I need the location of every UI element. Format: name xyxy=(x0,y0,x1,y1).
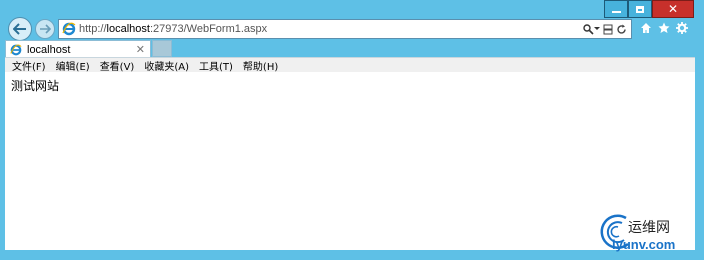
star-icon xyxy=(658,22,670,33)
close-icon: ✕ xyxy=(667,2,679,16)
menu-tools[interactable]: 工具(T) xyxy=(199,58,233,73)
browser-window: ✕ http://localhost:27973/WebForm1.aspx l… xyxy=(0,0,704,260)
tab-title: localhost xyxy=(27,43,71,56)
refresh-icon xyxy=(617,24,626,34)
arrow-right-icon xyxy=(40,24,51,34)
search-dropdown-button[interactable] xyxy=(583,23,600,35)
arrow-left-icon xyxy=(13,23,26,35)
back-button[interactable] xyxy=(8,17,32,41)
close-button[interactable]: ✕ xyxy=(652,0,694,18)
window-caption-buttons: ✕ xyxy=(604,0,694,18)
tab-localhost[interactable]: localhost ✕ xyxy=(5,40,151,58)
minimize-button[interactable] xyxy=(604,0,628,18)
page-content: 测试网站 xyxy=(5,72,695,250)
menu-view[interactable]: 查看(V) xyxy=(100,58,135,73)
menu-bar: 文件(F) 编辑(E) 查看(V) 收藏夹(A) 工具(T) 帮助(H) xyxy=(5,57,695,73)
gear-icon xyxy=(676,22,688,34)
menu-favorites[interactable]: 收藏夹(A) xyxy=(144,58,189,73)
tab-favicon-icon xyxy=(9,43,23,57)
url-path: :27973/WebForm1.aspx xyxy=(149,23,268,35)
watermark-title: 运维网 xyxy=(628,220,670,236)
compatibility-view-button[interactable] xyxy=(603,24,613,35)
maximize-icon xyxy=(636,5,644,13)
address-tools xyxy=(583,23,627,35)
new-tab-button[interactable] xyxy=(152,40,172,57)
search-icon xyxy=(583,23,594,35)
favorites-button[interactable] xyxy=(658,19,670,38)
forward-button[interactable] xyxy=(35,19,55,39)
tab-close-icon[interactable]: ✕ xyxy=(136,44,145,55)
ie-logo-icon xyxy=(62,22,76,36)
home-icon xyxy=(641,23,651,33)
watermark-domain: iyunv.com xyxy=(612,237,676,252)
settings-button[interactable] xyxy=(676,19,688,38)
home-button[interactable] xyxy=(640,19,652,38)
menu-help[interactable]: 帮助(H) xyxy=(243,58,278,73)
address-bar[interactable]: http://localhost:27973/WebForm1.aspx xyxy=(58,19,632,39)
maximize-button[interactable] xyxy=(628,0,652,18)
url-host: localhost xyxy=(106,23,150,35)
minimize-icon xyxy=(611,10,621,13)
url-text: http://localhost:27973/WebForm1.aspx xyxy=(79,23,267,35)
site-watermark: 运维网 iyunv.com xyxy=(598,212,698,254)
refresh-button[interactable] xyxy=(616,24,627,35)
compatibility-icon xyxy=(603,24,613,34)
browser-toolbar-right xyxy=(640,19,688,38)
menu-edit[interactable]: 编辑(E) xyxy=(56,58,90,73)
chevron-down-icon xyxy=(594,27,600,30)
page-body-text: 测试网站 xyxy=(11,79,60,93)
menu-file[interactable]: 文件(F) xyxy=(12,58,46,73)
url-scheme: http:// xyxy=(79,23,107,35)
